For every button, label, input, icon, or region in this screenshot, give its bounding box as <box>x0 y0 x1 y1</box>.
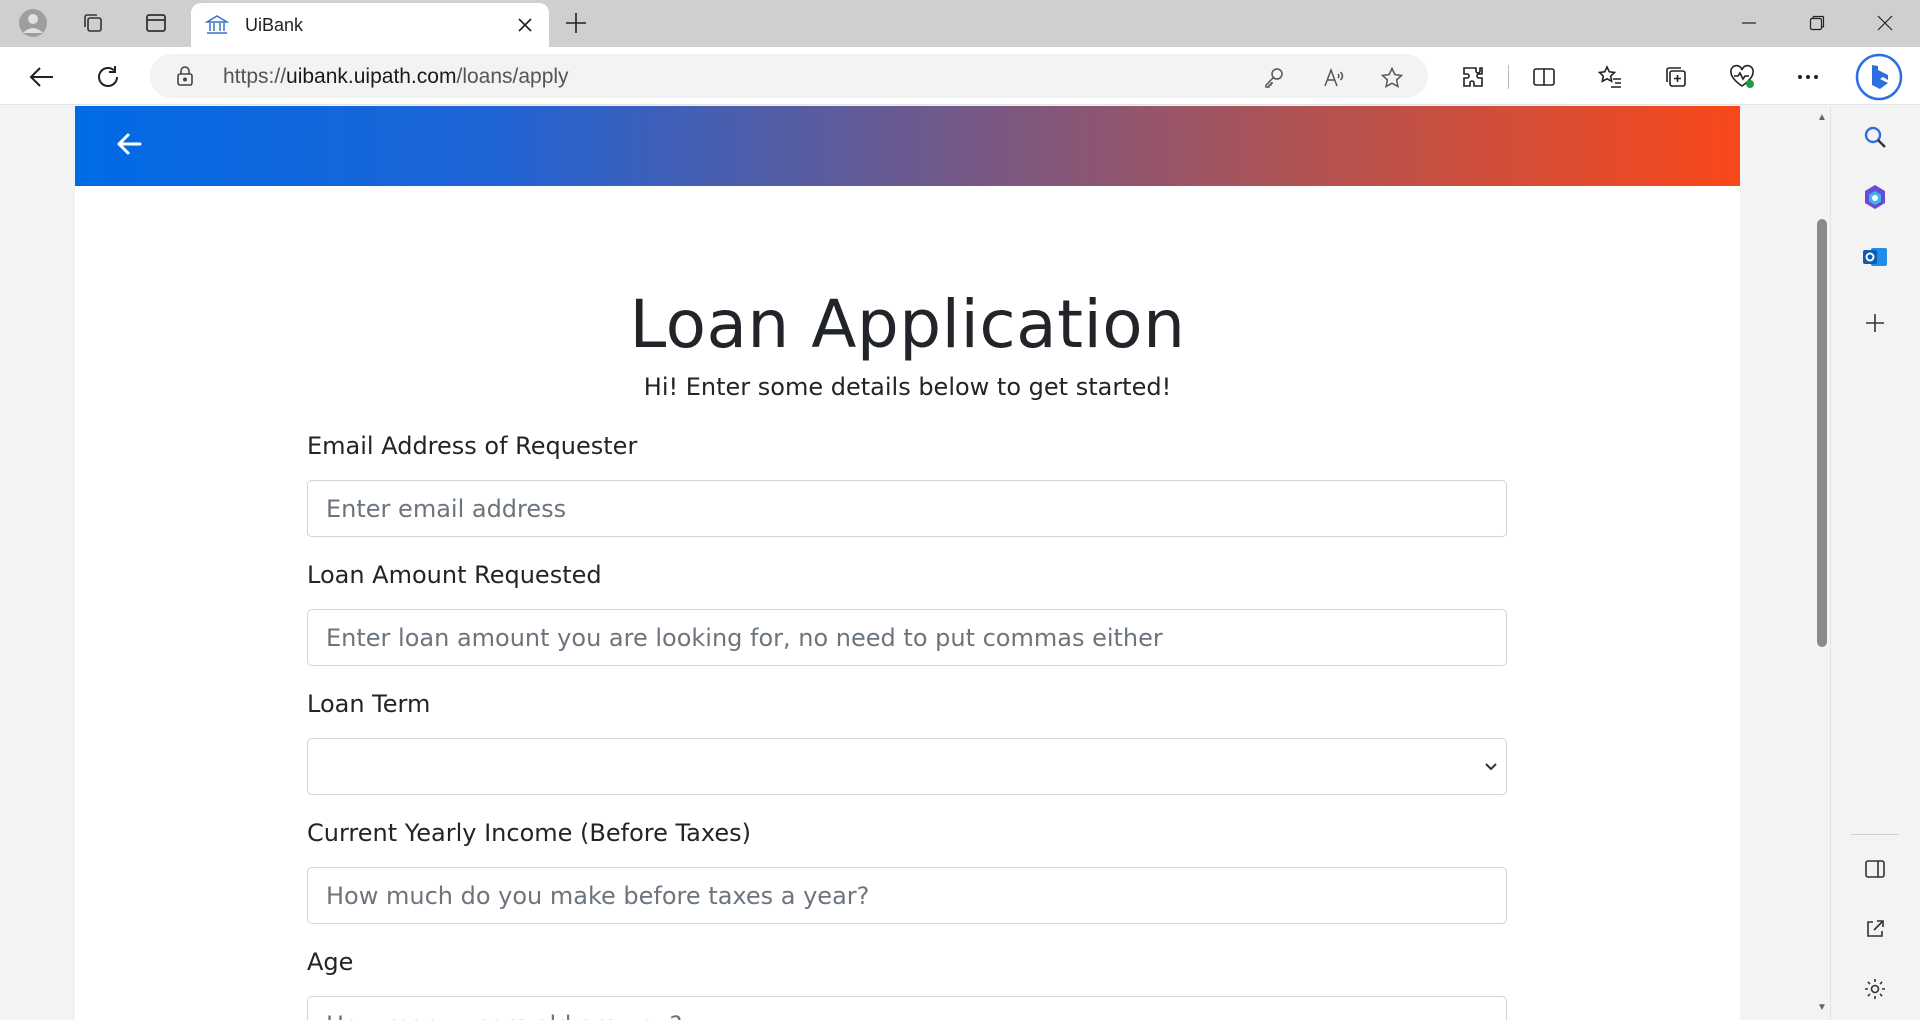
page-scrollbar[interactable]: ▲ ▼ <box>1812 106 1830 1020</box>
url-text[interactable]: https://uibank.uipath.com/loans/apply <box>223 65 569 89</box>
restore-icon[interactable] <box>1788 4 1846 42</box>
hide-sidebar-icon[interactable] <box>1858 852 1892 886</box>
more-options-icon[interactable] <box>1790 59 1826 95</box>
read-aloud-icon[interactable] <box>1320 64 1348 92</box>
scroll-thumb[interactable] <box>1817 219 1827 647</box>
password-key-icon[interactable] <box>1260 64 1288 92</box>
email-field[interactable] <box>307 480 1507 537</box>
add-icon[interactable] <box>1858 306 1892 340</box>
page-subtitle: Hi! Enter some details below to get star… <box>643 373 1172 401</box>
tab-title: UiBank <box>245 15 304 35</box>
url-scheme: https:// <box>223 65 287 88</box>
loan-term-label: Loan Term <box>307 690 431 718</box>
loan-application-card: Loan Application Hi! Enter some details … <box>75 106 1740 1020</box>
profile-icon[interactable] <box>17 7 49 39</box>
toolbar-divider <box>1508 65 1509 89</box>
browser-essentials-icon[interactable] <box>1724 59 1760 95</box>
age-label: Age <box>307 948 354 976</box>
refresh-icon[interactable] <box>90 59 126 95</box>
page-viewport: Loan Application Hi! Enter some details … <box>0 106 1828 1020</box>
email-label: Email Address of Requester <box>307 432 638 460</box>
chevron-down-icon[interactable] <box>1483 758 1499 774</box>
income-field[interactable] <box>307 867 1507 924</box>
settings-gear-icon[interactable] <box>1858 972 1892 1006</box>
vertical-tabs-icon[interactable] <box>140 7 172 39</box>
url-host: uibank.uipath.com <box>286 65 457 88</box>
outlook-icon[interactable] <box>1858 240 1892 274</box>
open-external-icon[interactable] <box>1858 912 1892 946</box>
edge-sidebar <box>1830 106 1920 1020</box>
favorite-star-icon[interactable] <box>1378 64 1406 92</box>
income-label: Current Yearly Income (Before Taxes) <box>307 819 751 847</box>
loan-term-select[interactable] <box>307 738 1507 795</box>
search-icon[interactable] <box>1858 120 1892 154</box>
collections-icon[interactable] <box>1658 59 1694 95</box>
scroll-up-icon[interactable]: ▲ <box>1816 112 1828 124</box>
loan-amount-field[interactable] <box>307 609 1507 666</box>
browser-tab-bar: UiBank <box>0 0 1920 47</box>
bank-icon <box>204 13 230 37</box>
sidebar-divider <box>1851 834 1899 835</box>
address-bar[interactable]: https://uibank.uipath.com/loans/apply <box>150 54 1428 98</box>
extensions-icon[interactable] <box>1455 59 1491 95</box>
lock-icon[interactable] <box>174 65 196 87</box>
workspaces-icon[interactable] <box>77 7 109 39</box>
close-tab-icon[interactable] <box>511 11 539 39</box>
header-banner <box>75 106 1740 186</box>
minimize-icon[interactable] <box>1720 4 1778 42</box>
back-icon[interactable] <box>24 59 60 95</box>
back-arrow-icon[interactable] <box>109 124 149 164</box>
microsoft-365-icon[interactable] <box>1858 180 1892 214</box>
page-title: Loan Application <box>629 286 1186 363</box>
age-field[interactable] <box>307 996 1507 1020</box>
close-window-icon[interactable] <box>1856 4 1914 42</box>
active-tab[interactable]: UiBank <box>191 3 549 47</box>
split-screen-icon[interactable] <box>1526 59 1562 95</box>
browser-toolbar: https://uibank.uipath.com/loans/apply <box>0 47 1920 105</box>
loan-amount-label: Loan Amount Requested <box>307 561 602 589</box>
scroll-down-icon[interactable]: ▼ <box>1816 1002 1828 1014</box>
favorites-icon[interactable] <box>1592 59 1628 95</box>
copilot-icon[interactable] <box>1853 51 1905 103</box>
url-path: /loans/apply <box>456 65 569 88</box>
new-tab-icon[interactable] <box>560 7 592 39</box>
